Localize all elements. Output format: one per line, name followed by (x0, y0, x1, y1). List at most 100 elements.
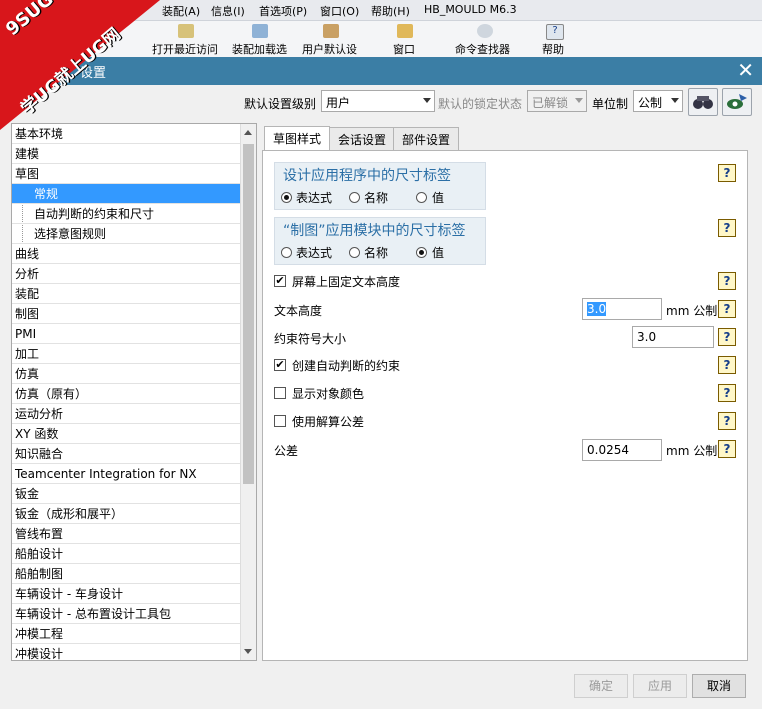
assembly-load-icon (252, 24, 268, 38)
menu-assembly[interactable]: 装配(A) (162, 3, 200, 19)
tree-item[interactable]: 车辆设计 - 总布置设计工具包 (12, 604, 242, 624)
use-solve-tolerance-checkbox[interactable] (274, 415, 286, 427)
lock-label: 默认的锁定状态 (438, 97, 523, 111)
tree-item[interactable]: 仿真（原有） (12, 384, 242, 404)
tree-item[interactable]: 装配 (12, 284, 242, 304)
toolbar-command-finder[interactable]: 命令查找器 (455, 41, 510, 57)
scroll-down-icon[interactable] (244, 649, 252, 654)
level-label: 默认设置级别 (244, 97, 317, 111)
constraint-size-input[interactable]: 3.0 (632, 326, 714, 348)
window-icon (397, 24, 413, 38)
tab-part-settings[interactable]: 部件设置 (393, 127, 460, 152)
tree-item[interactable]: 曲线 (12, 244, 242, 264)
tolerance-label: 公差 (274, 444, 299, 458)
help-icon[interactable]: ? (718, 384, 736, 402)
radio-value-drafting[interactable] (416, 247, 427, 258)
tree-item[interactable]: 基本环境 (12, 124, 242, 144)
menu-preferences[interactable]: 首选项(P) (259, 3, 307, 19)
tree-item[interactable]: 草图 (12, 164, 242, 184)
unit-label: 单位制 (592, 97, 629, 111)
group-title-drafting: “制图”应用模块中的尺寸标签 (283, 223, 466, 239)
tab-session-settings[interactable]: 会话设置 (329, 127, 396, 152)
dialog-titlebar: 设置 ✕ (0, 57, 762, 85)
scroll-up-icon[interactable] (244, 130, 252, 135)
toolbar-help[interactable]: 帮助 (542, 41, 564, 57)
tree-item[interactable]: Teamcenter Integration for NX (12, 464, 242, 484)
radio-expression-drafting[interactable] (281, 247, 292, 258)
create-auto-constraints-label: 创建自动判断的约束 (292, 359, 401, 373)
close-icon[interactable]: ✕ (737, 58, 754, 82)
radio-name-design[interactable] (349, 192, 360, 203)
tolerance-value: 0.0254 (587, 443, 629, 457)
help-icon[interactable]: ? (718, 300, 736, 318)
opt-value: 值 (432, 246, 445, 260)
tree-item[interactable]: 冲模工程 (12, 624, 242, 644)
unit-select[interactable]: 公制 (633, 90, 683, 112)
tree-item[interactable]: 制图 (12, 304, 242, 324)
radio-expression-design[interactable] (281, 192, 292, 203)
cancel-button[interactable]: 取消 (692, 674, 746, 698)
show-object-color-label: 显示对象颜色 (292, 387, 365, 401)
tree-scrollbar[interactable] (240, 124, 256, 660)
level-select[interactable]: 用户 (321, 90, 435, 112)
open-recent-icon (178, 24, 194, 38)
tolerance-input[interactable]: 0.0254 (582, 439, 662, 461)
tree-item[interactable]: 船舶制图 (12, 564, 242, 584)
radio-name-drafting[interactable] (349, 247, 360, 258)
tree-item[interactable]: 管线布置 (12, 524, 242, 544)
view-changes-button[interactable] (722, 88, 752, 116)
unit-select-value: 公制 (638, 96, 663, 110)
tree-item[interactable]: 冲模设计 (12, 644, 242, 660)
toolbar-user-defaults[interactable]: 用户默认设 (302, 41, 357, 57)
tree-item[interactable]: 仿真 (12, 364, 242, 384)
lock-select-value: 已解锁 (532, 96, 569, 110)
menu-help[interactable]: 帮助(H) (371, 3, 410, 19)
fixed-text-height-checkbox[interactable]: ✔ (274, 275, 286, 287)
tree-item-selected[interactable]: 常规 (12, 184, 242, 204)
tree-item[interactable]: 钣金（成形和展平） (12, 504, 242, 524)
menu-window[interactable]: 窗口(O) (320, 3, 359, 19)
chevron-down-icon (671, 98, 679, 103)
tree-item[interactable]: 运动分析 (12, 404, 242, 424)
toolbar-window[interactable]: 窗口 (393, 41, 415, 57)
help-icon[interactable]: ? (718, 412, 736, 430)
help-icon[interactable]: ? (718, 440, 736, 458)
help-icon[interactable]: ? (718, 356, 736, 374)
text-height-input[interactable]: 3.0 (582, 298, 662, 320)
show-object-color-checkbox[interactable] (274, 387, 286, 399)
chevron-down-icon (423, 98, 431, 103)
scroll-thumb[interactable] (243, 144, 254, 484)
binoculars-icon (693, 96, 713, 109)
find-settings-button[interactable] (688, 88, 718, 116)
tree-item[interactable]: 选择意图规则 (12, 224, 242, 244)
tree-item[interactable]: PMI (12, 324, 242, 344)
tab-sketch-style[interactable]: 草图样式 (264, 126, 331, 152)
tree-item[interactable]: 分析 (12, 264, 242, 284)
toolbar-assembly-load[interactable]: 装配加载选 (232, 41, 287, 57)
ok-button[interactable]: 确定 (574, 674, 628, 698)
tree-item[interactable]: 船舶设计 (12, 544, 242, 564)
tree-item[interactable]: 加工 (12, 344, 242, 364)
menu-info[interactable]: 信息(I) (211, 3, 245, 19)
text-height-value: 3.0 (587, 302, 607, 316)
design-dimension-label-group: 设计应用程序中的尺寸标签 表达式 名称 值 (274, 162, 486, 210)
opt-value: 值 (432, 191, 445, 205)
apply-button[interactable]: 应用 (633, 674, 687, 698)
tree-item[interactable]: XY 函数 (12, 424, 242, 444)
help-icon[interactable]: ? (718, 164, 736, 182)
tree-item[interactable]: 自动判断的约束和尺寸 (12, 204, 242, 224)
help-icon[interactable]: ? (718, 328, 736, 346)
tree-item[interactable]: 知识融合 (12, 444, 242, 464)
help-icon[interactable]: ? (718, 272, 736, 290)
use-solve-tolerance-label: 使用解算公差 (292, 415, 365, 429)
help-icon[interactable]: ? (718, 219, 736, 237)
tree-item[interactable]: 车辆设计 - 车身设计 (12, 584, 242, 604)
create-auto-constraints-checkbox[interactable]: ✔ (274, 359, 286, 371)
drafting-dimension-label-group: “制图”应用模块中的尺寸标签 表达式 名称 值 (274, 217, 486, 265)
chevron-down-icon (575, 98, 583, 103)
tree-item[interactable]: 钣金 (12, 484, 242, 504)
radio-value-design[interactable] (416, 192, 427, 203)
tree-item[interactable]: 建模 (12, 144, 242, 164)
toolbar-open-recent[interactable]: 打开最近访问 (152, 41, 218, 57)
user-defaults-icon (323, 24, 339, 38)
